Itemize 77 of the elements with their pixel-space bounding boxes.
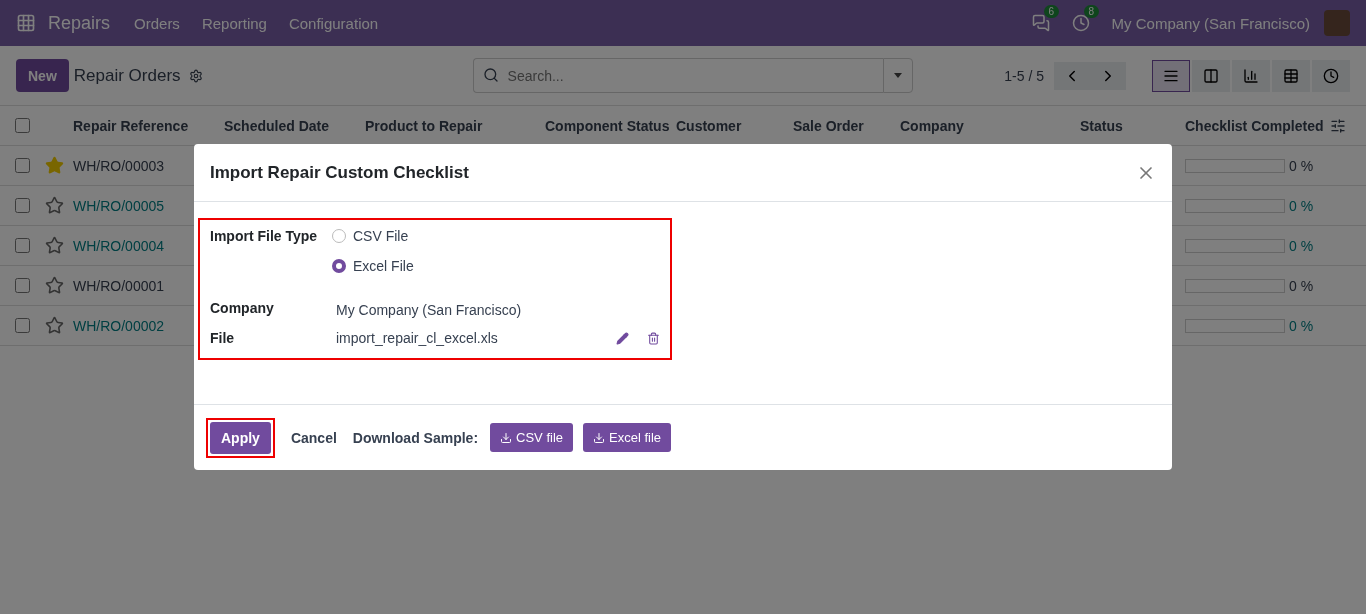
page-title: Repair Orders bbox=[73, 65, 181, 86]
field-label: Import File Type bbox=[210, 228, 319, 246]
percent-text: 0 % bbox=[1289, 277, 1314, 294]
company-switcher[interactable]: My Company (San Francisco) bbox=[1111, 14, 1310, 32]
column-header[interactable]: Component Status bbox=[545, 117, 676, 134]
search-field[interactable]: Search... bbox=[472, 58, 883, 93]
app-name[interactable]: Repairs bbox=[48, 12, 111, 34]
clock-icon bbox=[1323, 67, 1339, 84]
column-header[interactable]: Checklist Completed bbox=[1185, 117, 1330, 134]
column-header[interactable]: Status bbox=[1080, 117, 1185, 134]
radio-option[interactable]: Excel File bbox=[332, 258, 660, 274]
download-sample-button[interactable]: CSV file bbox=[490, 423, 573, 452]
star-icon[interactable] bbox=[45, 236, 64, 255]
reference-cell: WH/RO/00004 bbox=[73, 237, 165, 254]
list-view-button[interactable] bbox=[1152, 59, 1190, 92]
percent-text: 0 % bbox=[1289, 157, 1314, 174]
settings-icon[interactable] bbox=[188, 68, 203, 83]
kanban-icon bbox=[1203, 67, 1219, 84]
column-header[interactable]: Company bbox=[900, 117, 1080, 134]
column-header[interactable]: Scheduled Date bbox=[224, 117, 365, 134]
apps-grid-icon[interactable] bbox=[16, 13, 36, 33]
menu-item[interactable]: Reporting bbox=[201, 14, 267, 32]
clock-icon[interactable] bbox=[1071, 14, 1090, 32]
reference-cell: WH/RO/00003 bbox=[73, 157, 165, 174]
column-header[interactable]: Sale Order bbox=[793, 117, 900, 134]
dialog-title: Import Repair Custom Checklist bbox=[210, 162, 469, 183]
radio-option[interactable]: CSV File bbox=[332, 228, 660, 244]
download-icon bbox=[500, 431, 513, 444]
pager-text: 1-5 / 5 bbox=[1004, 67, 1044, 84]
message-count: 6 bbox=[1043, 5, 1060, 18]
reference-cell: WH/RO/00005 bbox=[73, 197, 165, 214]
file-name: import_repair_cl_excel.xls bbox=[336, 330, 499, 346]
edit-button[interactable] bbox=[616, 331, 629, 345]
pivot-view-button[interactable] bbox=[1272, 59, 1310, 92]
radio-button[interactable] bbox=[332, 259, 346, 273]
field-label: Company bbox=[210, 299, 275, 318]
radio-button[interactable] bbox=[332, 229, 346, 243]
apply-button[interactable]: Apply bbox=[210, 421, 271, 454]
reference-cell: WH/RO/00002 bbox=[73, 317, 165, 334]
company-value: My Company (San Francisco) bbox=[335, 301, 523, 318]
chart-icon bbox=[1243, 67, 1259, 84]
graph-view-button[interactable] bbox=[1232, 59, 1270, 92]
new-button[interactable]: New bbox=[16, 59, 69, 92]
download-sample-button[interactable]: Excel file bbox=[583, 423, 672, 452]
download-label: Download Sample: bbox=[352, 429, 479, 446]
row-checkbox[interactable] bbox=[15, 158, 30, 173]
percent-text: 0 % bbox=[1289, 317, 1314, 334]
caret-icon bbox=[893, 73, 902, 78]
next-button[interactable] bbox=[1090, 61, 1126, 90]
row-checkbox[interactable] bbox=[15, 238, 30, 253]
activity-count: 8 bbox=[1083, 5, 1100, 18]
row-checkbox[interactable] bbox=[15, 318, 30, 333]
star-icon[interactable] bbox=[45, 196, 64, 215]
row-checkbox[interactable] bbox=[15, 278, 30, 293]
chat-icon[interactable] bbox=[1031, 14, 1050, 32]
star-icon[interactable] bbox=[45, 276, 64, 295]
reference-cell: WH/RO/00001 bbox=[73, 277, 165, 294]
column-settings-icon[interactable] bbox=[1330, 117, 1346, 134]
select-all-checkbox[interactable] bbox=[15, 118, 30, 133]
previous-button[interactable] bbox=[1054, 61, 1090, 90]
delete-button[interactable] bbox=[647, 331, 660, 345]
search-icon bbox=[482, 67, 499, 83]
column-header[interactable]: Repair Reference bbox=[40, 117, 224, 134]
menu-item[interactable]: Orders bbox=[134, 14, 180, 32]
table-icon bbox=[1283, 67, 1299, 84]
star-icon[interactable] bbox=[45, 316, 64, 335]
column-header[interactable]: Customer bbox=[676, 117, 793, 134]
kanban-view-button[interactable] bbox=[1192, 59, 1230, 92]
activity-view-button[interactable] bbox=[1312, 59, 1350, 92]
menu-item[interactable]: Configuration bbox=[288, 14, 379, 32]
percent-text: 0 % bbox=[1289, 237, 1314, 254]
row-checkbox[interactable] bbox=[15, 198, 30, 213]
download-icon bbox=[593, 431, 605, 444]
cancel-button[interactable]: Cancel bbox=[284, 429, 343, 446]
field-label: File bbox=[210, 329, 236, 348]
percent-text: 0 % bbox=[1289, 197, 1314, 214]
column-header[interactable]: Product to Repair bbox=[365, 117, 545, 134]
